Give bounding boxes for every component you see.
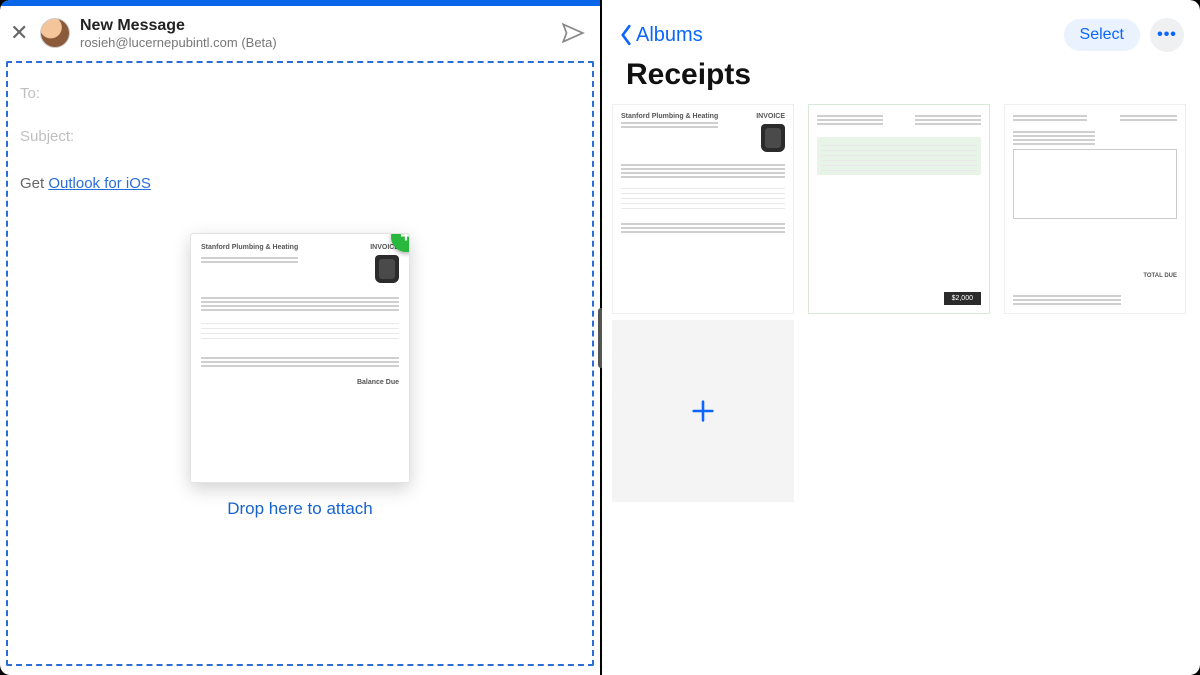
select-button[interactable]: Select xyxy=(1064,19,1140,51)
back-label: Albums xyxy=(636,24,703,47)
thumb-total-label: TOTAL DUE xyxy=(1143,273,1177,279)
compose-body[interactable]: Get Outlook for iOS xyxy=(16,155,584,192)
outlook-ios-link[interactable]: Outlook for iOS xyxy=(48,175,151,192)
close-icon[interactable]: ✕ xyxy=(10,22,30,44)
thumb-logo-icon xyxy=(761,124,785,152)
invoice-logo-icon xyxy=(375,255,399,283)
compose-header: ✕ New Message rosieh@lucernepubintl.com … xyxy=(0,6,600,61)
compose-title: New Message xyxy=(80,16,550,35)
send-icon[interactable] xyxy=(560,20,586,46)
invoice-total-label: Balance Due xyxy=(201,379,399,386)
subject-field[interactable]: Subject: xyxy=(16,118,584,155)
attachment-dropzone[interactable]: To: Subject: Get Outlook for iOS + Stanf… xyxy=(6,61,594,666)
thumb-company: Stanford Plumbing & Heating xyxy=(621,113,718,120)
invoice-company: Stanford Plumbing & Heating xyxy=(201,244,298,251)
outlook-compose-pane: ✕ New Message rosieh@lucernepubintl.com … xyxy=(0,0,600,675)
avatar[interactable] xyxy=(40,18,70,48)
split-view: ✕ New Message rosieh@lucernepubintl.com … xyxy=(0,0,1200,675)
drag-preview[interactable]: + Stanford Plumbing & Heating INVOICE xyxy=(190,233,410,519)
thumbnail-grid: Stanford Plumbing & Heating INVOICE xyxy=(602,100,1200,314)
back-button[interactable]: Albums xyxy=(618,24,703,47)
photo-thumbnail[interactable]: $2,000 xyxy=(808,104,990,314)
album-title: Receipts xyxy=(602,56,1200,100)
drop-caption: Drop here to attach xyxy=(190,499,410,519)
thumb-doc-label: INVOICE xyxy=(756,113,785,120)
body-prefix: Get xyxy=(20,175,48,192)
plus-icon xyxy=(689,397,717,425)
add-photo-tile[interactable] xyxy=(612,320,794,502)
drag-preview-card: + Stanford Plumbing & Heating INVOICE xyxy=(190,233,410,483)
compose-from: rosieh@lucernepubintl.com (Beta) xyxy=(80,35,550,51)
photo-thumbnail[interactable]: Stanford Plumbing & Heating INVOICE xyxy=(612,104,794,314)
thumb-table-box xyxy=(1013,149,1177,219)
photo-thumbnail[interactable]: TOTAL DUE xyxy=(1004,104,1186,314)
photos-album-pane: Albums Select ••• Receipts Stanford Plum… xyxy=(602,0,1200,675)
to-field[interactable]: To: xyxy=(16,75,584,112)
photos-header: Albums Select ••• xyxy=(602,0,1200,56)
chevron-left-icon xyxy=(618,24,634,46)
more-icon[interactable]: ••• xyxy=(1150,18,1184,52)
thumb-total-badge: $2,000 xyxy=(944,292,981,305)
